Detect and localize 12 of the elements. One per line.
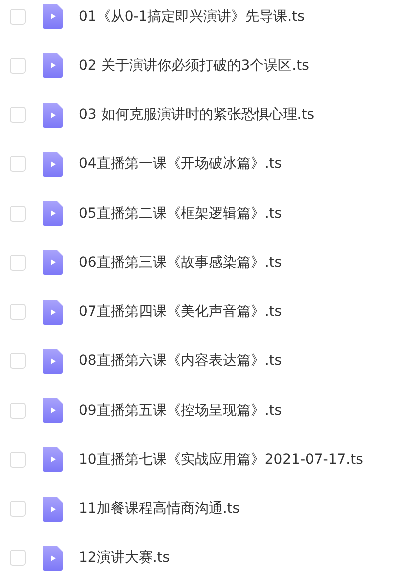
file-name[interactable]: 09直播第五课《控场呈现篇》.ts <box>79 402 282 420</box>
file-name[interactable]: 02 关于演讲你必须打破的3个误区.ts <box>79 56 310 75</box>
file-name[interactable]: 04直播第一课《开场破冰篇》.ts <box>79 155 282 174</box>
file-name[interactable]: 11加餐课程高情商沟通.ts <box>79 500 240 518</box>
file-name[interactable]: 10直播第七课《实战应用篇》2021-07-17.ts <box>79 450 364 469</box>
file-name[interactable]: 07直播第四课《美化声音篇》.ts <box>79 303 282 322</box>
file-name[interactable]: 08直播第六课《内容表达篇》.ts <box>79 352 282 370</box>
file-name[interactable]: 12演讲大赛.ts <box>79 549 170 568</box>
file-name[interactable]: 05直播第二课《框架逻辑篇》.ts <box>79 204 282 223</box>
file-name[interactable]: 03 如何克服演讲时的紧张恐惧心理.ts <box>79 106 314 124</box>
file-name[interactable]: 06直播第三课《故事感染篇》.ts <box>79 254 282 272</box>
file-name[interactable]: 01《从0-1搞定即兴演讲》先导课.ts <box>79 8 305 26</box>
